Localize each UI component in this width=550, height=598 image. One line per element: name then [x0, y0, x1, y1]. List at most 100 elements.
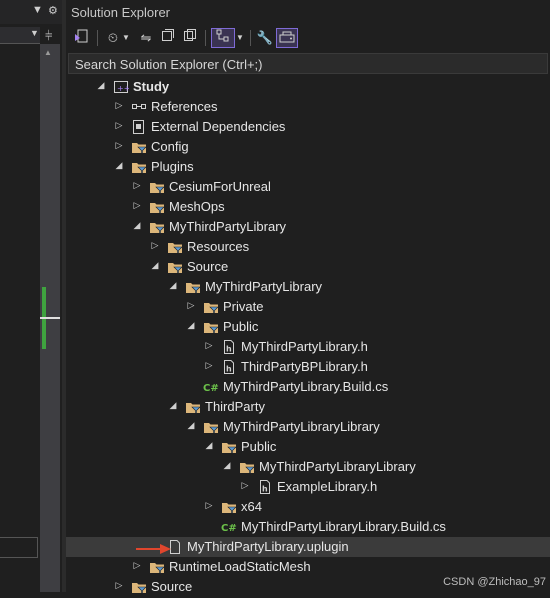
- expand-arrow-icon[interactable]: ▷: [204, 500, 214, 511]
- collapse-arrow-icon[interactable]: ◢: [186, 420, 196, 431]
- show-all-files-icon[interactable]: [180, 28, 200, 48]
- tree-item-label: ThirdPartyBPLibrary.h: [241, 359, 368, 374]
- collapse-arrow-icon[interactable]: ◢: [96, 80, 106, 91]
- collapse-arrow-icon[interactable]: ◢: [132, 220, 142, 231]
- filter-folder-icon: [203, 299, 219, 315]
- tree-item[interactable]: ◢ MyThirdPartyLibrary: [66, 277, 550, 297]
- expand-arrow-icon[interactable]: ▷: [204, 360, 214, 371]
- tree-item[interactable]: C# MyThirdPartyLibraryLibrary.Build.cs: [66, 517, 550, 537]
- collapse-arrow-icon[interactable]: ◢: [168, 400, 178, 411]
- expand-arrow-icon[interactable]: ▷: [132, 180, 142, 191]
- collapse-arrow-icon[interactable]: ◢: [186, 320, 196, 331]
- tree-item-label: x64: [241, 499, 262, 514]
- collapse-all-icon[interactable]: [158, 28, 178, 48]
- tree-item[interactable]: ▷ Resources: [66, 237, 550, 257]
- expand-arrow-icon[interactable]: ▷: [114, 140, 124, 151]
- tree-item-label: RuntimeLoadStaticMesh: [169, 559, 311, 574]
- filter-dropdown-icon[interactable]: ▼: [235, 28, 245, 48]
- svg-text:h: h: [226, 365, 232, 374]
- expand-arrow-icon[interactable]: ▷: [132, 560, 142, 571]
- svg-text:++: ++: [117, 84, 129, 93]
- collapse-arrow-icon[interactable]: ◢: [204, 440, 214, 451]
- gear-icon[interactable]: ⚙: [48, 4, 58, 17]
- filter-folder-icon: [131, 579, 147, 595]
- tree-item-label: Public: [223, 319, 259, 334]
- tree-item-label: MyThirdPartyLibrary: [169, 219, 287, 234]
- search-placeholder: Search Solution Explorer (Ctrl+;): [75, 57, 263, 72]
- expand-arrow-icon[interactable]: ▷: [150, 240, 160, 251]
- tree-item[interactable]: ▷ x64: [66, 497, 550, 517]
- preview-selected-items-icon[interactable]: [276, 28, 298, 48]
- dropdown-arrow-icon[interactable]: ▼: [32, 4, 43, 16]
- tree-item[interactable]: ▷ h ThirdPartyBPLibrary.h: [66, 357, 550, 377]
- tree-item[interactable]: ▷ h ExampleLibrary.h: [66, 477, 550, 497]
- expand-arrow-icon[interactable]: ▷: [204, 340, 214, 351]
- expand-arrow-icon[interactable]: ▷: [114, 580, 124, 591]
- expand-arrow-icon[interactable]: ▷: [132, 200, 142, 211]
- collapse-arrow-icon[interactable]: ◢: [114, 160, 124, 171]
- tree-item[interactable]: ◢ ++ Study: [66, 77, 550, 97]
- tree-item-label: ThirdParty: [205, 399, 265, 414]
- toolbar: ⏲ ▼ ⇋ ▼ 🔧: [66, 25, 550, 51]
- tree-item[interactable]: ▷ Private: [66, 297, 550, 317]
- tree-item[interactable]: ▷ External Dependencies: [66, 117, 550, 137]
- collapse-arrow-icon[interactable]: ◢: [222, 460, 232, 471]
- tree-item-label: Study: [133, 79, 170, 94]
- history-icon[interactable]: ⏲: [103, 28, 123, 48]
- left-input-field[interactable]: [0, 537, 38, 558]
- tree-item[interactable]: ▷ MeshOps: [66, 197, 550, 217]
- tree-item[interactable]: ◢ Plugins: [66, 157, 550, 177]
- history-dropdown-icon[interactable]: ▼: [121, 28, 131, 48]
- tree-item-label: MyThirdPartyLibraryLibrary: [223, 419, 380, 434]
- tree-item[interactable]: ◢ Source: [66, 257, 550, 277]
- filter-folder-icon: [149, 219, 165, 235]
- tree-item-label: CesiumForUnreal: [169, 179, 271, 194]
- header-icon: h: [257, 479, 273, 495]
- tree-item[interactable]: ◢ ThirdParty: [66, 397, 550, 417]
- tree-item-label: MyThirdPartyLibraryLibrary.Build.cs: [241, 519, 446, 534]
- tree-item[interactable]: ◢ MyThirdPartyLibrary: [66, 217, 550, 237]
- csharp-icon: C#: [221, 519, 237, 535]
- tree-item-label: MyThirdPartyLibrary.h: [241, 339, 368, 354]
- tree-item-label: MyThirdPartyLibrary.uplugin: [187, 539, 349, 554]
- properties-wrench-icon[interactable]: 🔧: [255, 28, 275, 48]
- collapse-arrow-icon[interactable]: ◢: [150, 260, 160, 271]
- tree-item[interactable]: ▷ h MyThirdPartyLibrary.h: [66, 337, 550, 357]
- tree-item[interactable]: C# MyThirdPartyLibrary.Build.cs: [66, 377, 550, 397]
- expand-arrow-icon[interactable]: ▷: [114, 120, 124, 131]
- filter-folder-icon: [203, 319, 219, 335]
- tree-item-label: Resources: [187, 239, 250, 254]
- tree-item[interactable]: ▷ Config: [66, 137, 550, 157]
- filter-folder-icon: [149, 559, 165, 575]
- window-title: Solution Explorer: [71, 5, 170, 20]
- tree-item-label: MeshOps: [169, 199, 225, 214]
- pending-changes-filter-icon[interactable]: [211, 28, 235, 48]
- expand-arrow-icon[interactable]: ▷: [186, 300, 196, 311]
- tree-item[interactable]: ◢ MyThirdPartyLibraryLibrary: [66, 417, 550, 437]
- filter-folder-icon: [185, 399, 201, 415]
- tree-item-label: MyThirdPartyLibrary: [205, 279, 323, 294]
- solution-tree: ◢ ++ Study ▷ References ▷ External Dependencie…: [66, 77, 550, 595]
- expand-arrow-icon[interactable]: ▷: [114, 100, 124, 111]
- tree-item[interactable]: ▷ CesiumForUnreal: [66, 177, 550, 197]
- header-icon: h: [221, 359, 237, 375]
- chevron-down-icon[interactable]: ▼: [30, 28, 39, 38]
- search-input[interactable]: Search Solution Explorer (Ctrl+;): [68, 53, 548, 74]
- references-icon: [131, 99, 147, 115]
- tree-item[interactable]: ◢ MyThirdPartyLibraryLibrary: [66, 457, 550, 477]
- tree-item[interactable]: ▷ References: [66, 97, 550, 117]
- expand-arrow-icon[interactable]: ▷: [240, 480, 250, 491]
- tree-item-label: Private: [223, 299, 264, 314]
- tree-item[interactable]: ◢ Public: [66, 317, 550, 337]
- tree-item[interactable]: ▷ RuntimeLoadStaticMesh: [66, 557, 550, 577]
- vs-home-icon[interactable]: [72, 28, 92, 48]
- scroll-up-icon[interactable]: ▲: [44, 48, 52, 57]
- sync-icon[interactable]: ⇋: [136, 28, 156, 48]
- collapse-arrow-icon[interactable]: ◢: [168, 280, 178, 291]
- watermark: CSDN @Zhichao_97: [443, 576, 546, 588]
- filter-folder-icon: [167, 239, 183, 255]
- project-icon: ++: [113, 79, 130, 95]
- tree-item[interactable]: ◢ Public: [66, 437, 550, 457]
- solution-explorer: Solution Explorer ⏲ ▼ ⇋ ▼ 🔧 Search Solut…: [66, 0, 550, 595]
- split-icon[interactable]: ⫩: [45, 28, 52, 44]
